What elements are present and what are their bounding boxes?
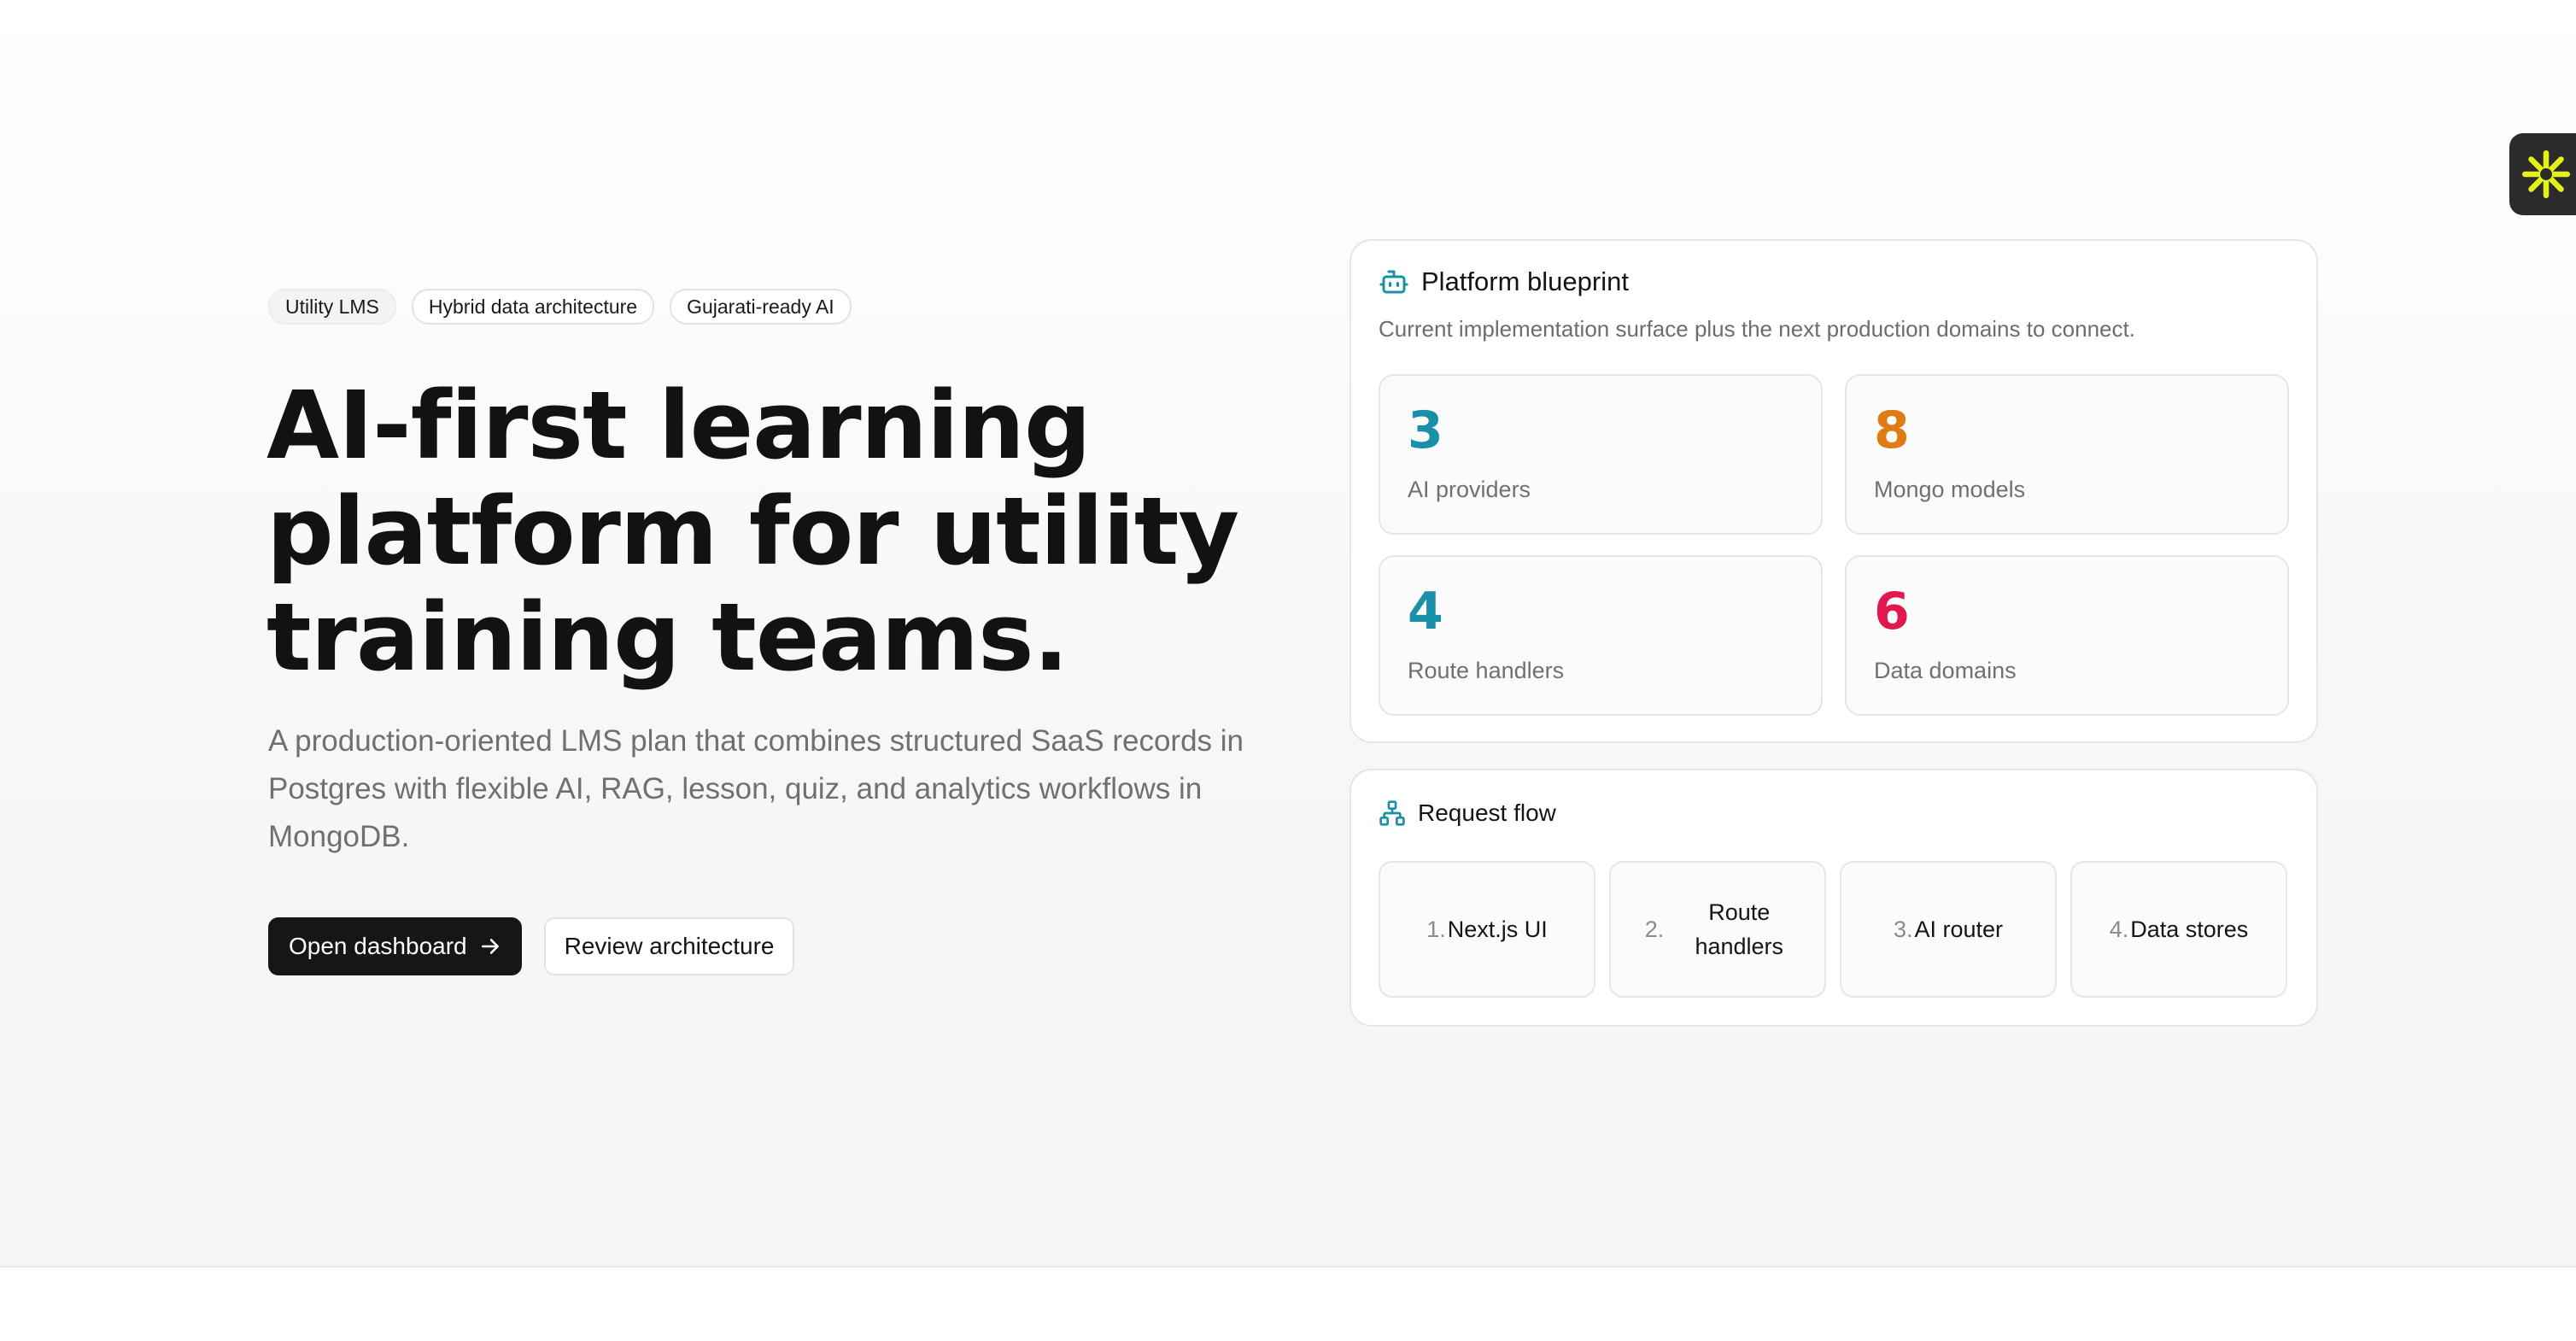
stat-value: 4 (1408, 582, 1443, 641)
tag-list: Utility LMS Hybrid data architecture Guj… (268, 289, 852, 325)
request-flow-card: Request flow 1. Next.js UI 2. Route handle… (1349, 769, 2318, 1027)
hero-actions: Open dashboard Review architecture (268, 917, 795, 975)
flow-header: Request flow (1379, 799, 1556, 827)
step-number: 2. (1644, 916, 1665, 942)
stat-ai-providers: 3 AI providers (1379, 374, 1823, 535)
tag-gujarati-ai: Gujarati-ready AI (670, 289, 852, 325)
step-label: Next.js UI (1447, 916, 1548, 942)
blueprint-title: Platform blueprint (1421, 266, 1629, 296)
step-number: 3. (1893, 916, 1913, 942)
headline-line-1: AI-first learning (266, 371, 1092, 480)
stat-label: Route handlers (1408, 658, 1565, 683)
stat-data-domains: 6 Data domains (1845, 555, 2289, 716)
review-architecture-button[interactable]: Review architecture (543, 917, 795, 975)
page-title: AI-first learning platform for utility t… (266, 372, 1291, 690)
blueprint-header: Platform blueprint (1379, 266, 1629, 297)
bot-icon (1379, 270, 1408, 294)
headline-line-3: training teams. (266, 583, 1068, 692)
flow-step-data-stores: 4. Data stores (2070, 861, 2287, 998)
stat-value: 6 (1874, 582, 1910, 641)
stat-route-handlers: 4 Route handlers (1379, 555, 1823, 716)
headline-line-2: platform for utility (266, 477, 1239, 586)
flow-title: Request flow (1418, 799, 1556, 826)
platform-blueprint-card: Platform blueprint Current implementatio… (1349, 239, 2318, 743)
flow-step-route-handlers: 2. Route handlers (1609, 861, 1826, 998)
stat-mongo-models: 8 Mongo models (1845, 374, 2289, 535)
stat-grid: 3 AI providers 8 Mongo models 4 Route ha… (1379, 374, 2291, 716)
tag-hybrid-data: Hybrid data architecture (411, 289, 655, 325)
hero-section: Utility LMS Hybrid data architecture Guj… (0, 0, 2576, 1268)
blueprint-subtitle: Current implementation surface plus the … (1379, 316, 2135, 342)
hero-description: A production-oriented LMS plan that comb… (268, 724, 1244, 853)
step-label: Route handlers (1695, 899, 1784, 959)
arrow-right-icon (481, 939, 499, 954)
floating-assistant-widget[interactable] (2509, 133, 2576, 215)
step-number: 4. (2109, 916, 2129, 942)
step-label: Data stores (2130, 916, 2249, 942)
stat-label: Data domains (1874, 658, 2017, 683)
flow-step-ai-router: 3. AI router (1840, 861, 2057, 998)
bottom-strip (0, 1268, 2576, 1341)
flow-step-nextjs-ui: 1. Next.js UI (1379, 861, 1595, 998)
stat-label: Mongo models (1874, 477, 2026, 502)
network-icon (1379, 800, 1405, 826)
flow-steps: 1. Next.js UI 2. Route handlers 3. AI route… (1379, 861, 2287, 998)
sparkle-icon (2521, 149, 2571, 199)
stat-label: AI providers (1408, 477, 1531, 502)
step-number: 1. (1426, 916, 1446, 942)
step-label: AI router (1914, 916, 2004, 942)
stat-value: 8 (1874, 401, 1910, 460)
open-dashboard-label: Open dashboard (289, 933, 467, 959)
open-dashboard-button[interactable]: Open dashboard (268, 917, 522, 975)
stat-value: 3 (1408, 401, 1443, 460)
tag-utility-lms: Utility LMS (268, 289, 396, 325)
